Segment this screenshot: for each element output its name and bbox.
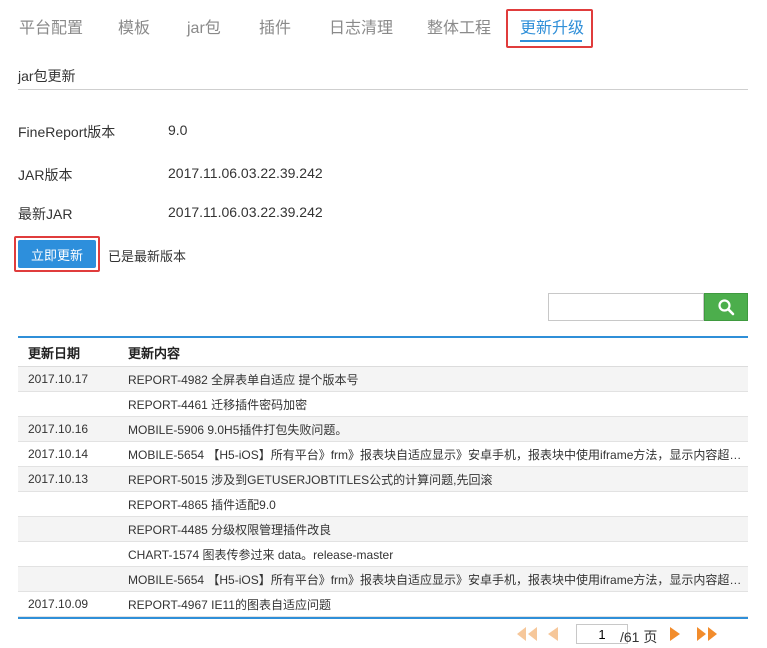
finereport-version-label: FineReport版本 xyxy=(18,124,116,140)
pagination: /61 页 xyxy=(512,622,752,646)
table-row: 2017.10.14 MOBILE-5654 【H5-iOS】所有平台》frm》报… xyxy=(18,442,748,467)
table-row: MOBILE-5654 【H5-iOS】所有平台》frm》报表块自适应显示》安卓… xyxy=(18,567,748,592)
row-content: REPORT-4967 IE11的图表自适应问题 xyxy=(128,597,331,612)
table-row: REPORT-4461 迁移插件密码加密 xyxy=(18,392,748,417)
row-content: MOBILE-5654 【H5-iOS】所有平台》frm》报表块自适应显示》安卓… xyxy=(128,447,748,462)
table-row: 2017.10.09 REPORT-4967 IE11的图表自适应问题 xyxy=(18,592,748,617)
update-status-text: 已是最新版本 xyxy=(108,249,187,264)
row-content: REPORT-4485 分级权限管理插件改良 xyxy=(128,522,332,537)
table-row: 2017.10.16 MOBILE-5906 9.0H5插件打包失败问题。 xyxy=(18,417,748,442)
section-divider xyxy=(18,89,748,90)
jar-version-label: JAR版本 xyxy=(18,167,73,183)
first-page-icon[interactable] xyxy=(516,626,538,642)
search-input[interactable] xyxy=(548,293,704,321)
row-content: REPORT-4461 迁移插件密码加密 xyxy=(128,397,308,412)
row-content: REPORT-4982 全屏表单自适应 提个版本号 xyxy=(128,372,359,387)
row-content: MOBILE-5654 【H5-iOS】所有平台》frm》报表块自适应显示》安卓… xyxy=(128,572,748,587)
row-content: CHART-1574 图表传参过来 data。release-master xyxy=(128,547,394,562)
jar-version-value: 2017.11.06.03.22.39.242 xyxy=(168,165,323,181)
search-icon xyxy=(718,299,735,316)
next-page-icon[interactable] xyxy=(668,626,682,642)
latest-jar-label: 最新JAR xyxy=(18,206,73,222)
tab-template[interactable]: 模板 xyxy=(118,14,150,38)
active-tab-highlight-box xyxy=(506,9,593,48)
row-date: 2017.10.14 xyxy=(28,447,89,461)
row-date: 2017.10.09 xyxy=(28,597,89,611)
latest-jar-value: 2017.11.06.03.22.39.242 xyxy=(168,204,323,220)
tab-plugins[interactable]: 插件 xyxy=(259,14,291,38)
header-update-date: 更新日期 xyxy=(28,345,81,361)
table-body: 2017.10.17 REPORT-4982 全屏表单自适应 提个版本号 REPOR… xyxy=(18,367,748,617)
row-date: 2017.10.13 xyxy=(28,472,89,486)
table-row: CHART-1574 图表传参过来 data。release-master xyxy=(18,542,748,567)
top-tab-bar: 平台配置 模板 jar包 插件 日志清理 整体工程 更新升级 xyxy=(0,0,767,52)
page-total-label: /61 页 xyxy=(620,629,658,645)
finereport-version-value: 9.0 xyxy=(168,122,188,138)
tab-jar-package[interactable]: jar包 xyxy=(187,14,221,38)
row-date: 2017.10.17 xyxy=(28,372,89,386)
tab-platform-config[interactable]: 平台配置 xyxy=(19,14,83,38)
tab-log-cleanup[interactable]: 日志清理 xyxy=(329,14,393,38)
table-row: 2017.10.13 REPORT-5015 涉及到GETUSERJOBTITLE… xyxy=(18,467,748,492)
update-log-table: 更新日期 更新内容 2017.10.17 REPORT-4982 全屏表单自适应 … xyxy=(18,336,748,619)
tab-whole-project[interactable]: 整体工程 xyxy=(427,14,491,38)
section-title: jar包更新 xyxy=(18,68,76,84)
row-content: REPORT-5015 涉及到GETUSERJOBTITLES公式的计算问题,先… xyxy=(128,472,493,487)
row-content: REPORT-4865 插件适配9.0 xyxy=(128,497,276,512)
search-button[interactable] xyxy=(704,293,748,321)
table-row: REPORT-4865 插件适配9.0 xyxy=(18,492,748,517)
table-header-row: 更新日期 更新内容 xyxy=(18,338,748,367)
last-page-icon[interactable] xyxy=(696,626,718,642)
update-button-highlight-box xyxy=(14,236,100,272)
previous-page-icon[interactable] xyxy=(546,626,560,642)
table-row: 2017.10.17 REPORT-4982 全屏表单自适应 提个版本号 xyxy=(18,367,748,392)
row-content: MOBILE-5906 9.0H5插件打包失败问题。 xyxy=(128,422,348,437)
row-date: 2017.10.16 xyxy=(28,422,89,436)
table-bottom-border xyxy=(18,617,748,619)
table-row: REPORT-4485 分级权限管理插件改良 xyxy=(18,517,748,542)
header-update-content: 更新内容 xyxy=(128,345,181,361)
